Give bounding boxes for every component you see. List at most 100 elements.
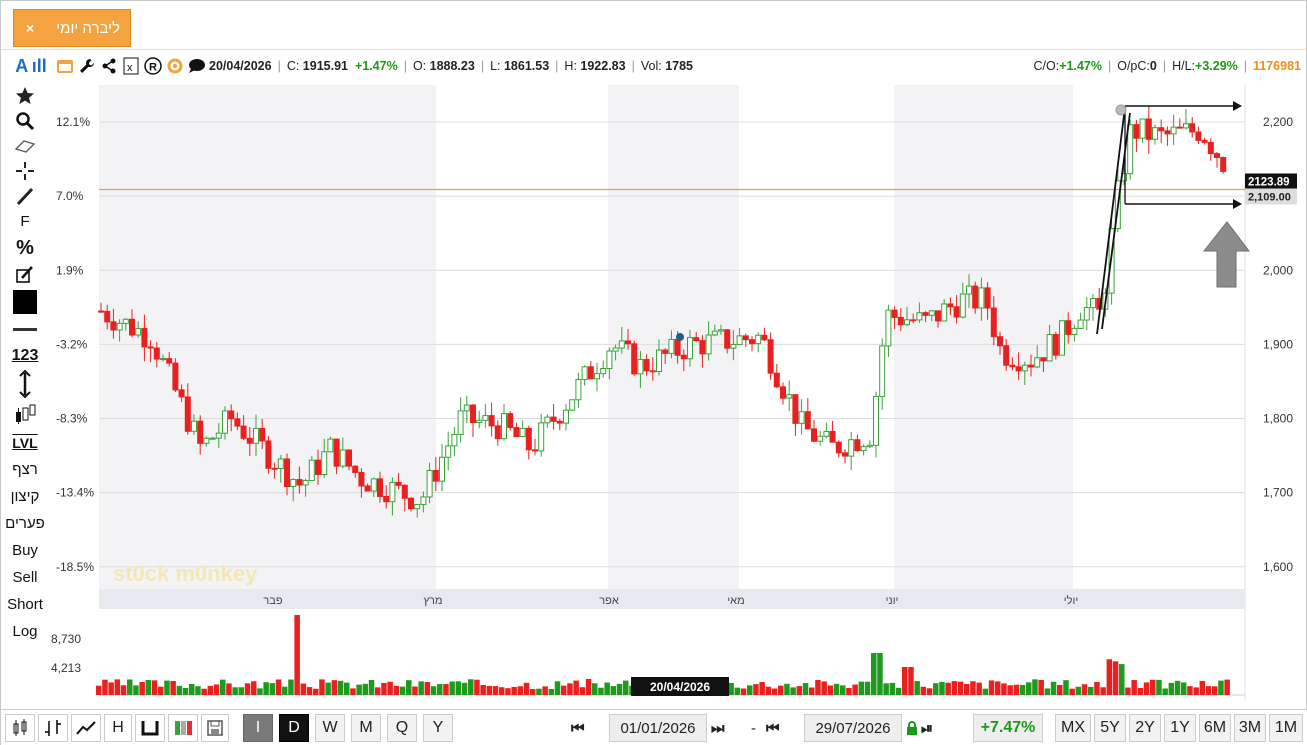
candle-body <box>420 496 427 505</box>
volume-bar-down <box>846 687 852 695</box>
ohlc-type-icon[interactable] <box>38 714 68 742</box>
bar-color-icon[interactable] <box>168 714 198 742</box>
range-mx[interactable]: MX <box>1055 714 1091 742</box>
volume-bar-up <box>269 683 276 695</box>
percent-tick: 7.0% <box>56 189 84 203</box>
candle-body <box>432 469 439 482</box>
volume-bar-up <box>418 681 424 695</box>
candle-body <box>600 367 607 375</box>
range-3m[interactable]: 3M <box>1234 714 1266 742</box>
date-range-dash: - <box>751 719 756 737</box>
interval-yearly[interactable]: Y <box>423 714 453 742</box>
volume-bar-up <box>1050 681 1057 695</box>
candle-body <box>426 469 433 498</box>
candle-body <box>773 372 780 388</box>
candle-body <box>1003 345 1010 366</box>
end-date-field[interactable]: 29/07/2026 <box>804 714 902 742</box>
volume-bar-down <box>375 687 381 695</box>
candle-body <box>556 420 563 424</box>
range-5y[interactable]: 5Y <box>1094 714 1126 742</box>
volume-bar-down <box>1013 684 1020 695</box>
interval-weekly[interactable]: W <box>315 714 345 742</box>
lock-icon[interactable] <box>906 714 918 742</box>
candle-type-icon[interactable] <box>5 714 35 742</box>
candle-body <box>854 439 861 452</box>
volume-bar-down <box>96 685 102 695</box>
candle-body <box>439 456 445 482</box>
month-label: יולי <box>1064 594 1078 607</box>
volume-bar-up <box>833 683 840 695</box>
volume-bar-down <box>251 681 257 695</box>
month-label: פבר <box>263 595 282 607</box>
volume-bar-down <box>542 686 548 695</box>
candle-body <box>476 419 483 424</box>
start-last-icon[interactable]: ⏭ <box>711 714 725 742</box>
candle-body <box>222 410 228 434</box>
candle-body <box>358 471 365 487</box>
candle-body <box>804 411 811 430</box>
candle-body <box>1052 334 1059 356</box>
volume-bar-down <box>412 686 418 695</box>
area-type-icon[interactable] <box>135 714 165 742</box>
volume-bar-down <box>226 683 232 695</box>
volume-bar-down <box>1131 680 1137 695</box>
start-date-field[interactable]: 01/01/2026 <box>609 714 707 742</box>
candle-body <box>377 478 383 497</box>
volume-bar-up <box>238 687 245 695</box>
candle-body <box>1046 334 1053 362</box>
volume-bar-down <box>964 684 970 695</box>
percent-tick: -13.4% <box>56 486 94 500</box>
interval-monthly[interactable]: M <box>351 714 381 742</box>
range-1m[interactable]: 1M <box>1269 714 1303 742</box>
volume-bar-down <box>523 682 530 695</box>
month-label: יוני <box>886 595 899 607</box>
volume-bar-up <box>982 688 989 695</box>
volume-bar-up <box>176 685 183 695</box>
candle-body <box>916 312 923 321</box>
candle-body <box>922 312 929 316</box>
interval-quarterly[interactable]: Q <box>387 714 417 742</box>
volume-bar-up <box>864 681 871 695</box>
volume-bar-up <box>437 684 443 695</box>
volume-bar-down <box>951 681 958 695</box>
candle-body <box>519 427 526 438</box>
volume-bar-down <box>158 686 164 695</box>
candle-body <box>668 338 675 354</box>
candle-body <box>947 303 954 308</box>
range-6m[interactable]: 6M <box>1199 714 1231 742</box>
volume-bar-down <box>1205 686 1212 695</box>
end-last-icon[interactable]: ⏯ <box>921 714 933 742</box>
range-1y[interactable]: 1Y <box>1164 714 1196 742</box>
volume-bar-up <box>1162 688 1168 695</box>
candle-up <box>1059 320 1065 356</box>
price-tick: 1,600 <box>1263 560 1293 574</box>
volume-bar-up <box>734 687 741 695</box>
interval-daily[interactable]: D <box>279 714 309 742</box>
volume-bar-up <box>282 686 288 695</box>
volume-bar-up <box>406 680 412 695</box>
candle-body <box>494 425 501 440</box>
price-chart[interactable]: 2,2002,1002,0001,9001,8001,7001,600 12.1… <box>1 1 1307 709</box>
save-icon[interactable] <box>201 714 229 742</box>
candle-body <box>246 437 253 444</box>
volume-bar-up <box>604 682 610 695</box>
candle-body <box>612 347 619 352</box>
candle-body <box>1077 319 1084 329</box>
candle-body <box>532 449 538 452</box>
end-first-icon[interactable]: ⏮ <box>766 714 780 742</box>
heikin-ashi-button[interactable]: H <box>104 714 132 742</box>
start-first-icon[interactable]: ⏮ <box>571 714 585 742</box>
line-type-icon[interactable] <box>71 714 101 742</box>
candle-body <box>284 458 290 488</box>
candle-body <box>1065 320 1072 335</box>
range-2y[interactable]: 2Y <box>1129 714 1161 742</box>
interval-intraday[interactable]: I <box>243 714 273 742</box>
candle-body <box>1176 126 1183 129</box>
candle-body <box>625 340 631 345</box>
candle-body <box>1139 118 1146 139</box>
candle-body <box>141 328 148 348</box>
candle-body <box>891 309 898 318</box>
candle-body <box>315 459 321 475</box>
volume-bar-up <box>182 687 189 695</box>
volume-bar-down <box>926 688 933 695</box>
